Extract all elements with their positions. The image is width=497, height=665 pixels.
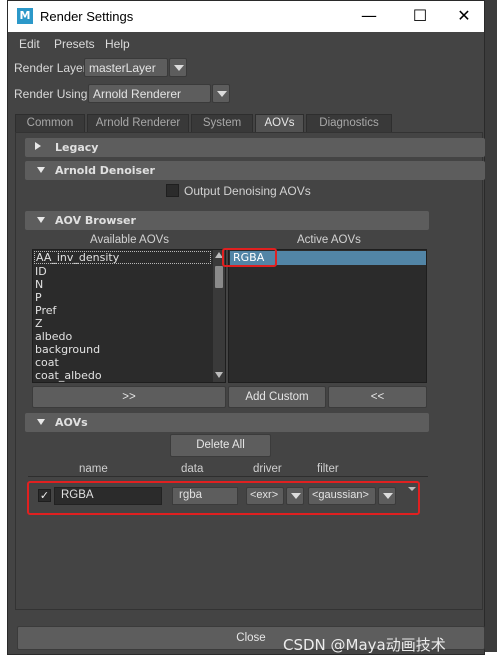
render-layer-label: Render Layer bbox=[14, 61, 87, 75]
column-driver-header: driver bbox=[253, 463, 282, 475]
collapse-icon bbox=[37, 167, 45, 173]
render-using-dropdown-arrow[interactable] bbox=[212, 84, 230, 103]
column-data-header: data bbox=[181, 463, 204, 475]
remove-aov-button[interactable]: << bbox=[328, 386, 427, 408]
title-bar: M Render Settings — ☐ ✕ bbox=[8, 1, 484, 32]
legacy-section-label: Legacy bbox=[55, 141, 99, 154]
tab-bar: Common Arnold Renderer System AOVs Diagn… bbox=[15, 114, 483, 132]
list-item[interactable]: coat_albedo bbox=[35, 369, 102, 382]
render-layer-dropdown[interactable]: masterLayer bbox=[84, 58, 168, 77]
column-filter-header: filter bbox=[317, 463, 339, 475]
output-denoising-aovs-label: Output Denoising AOVs bbox=[184, 184, 311, 198]
scroll-down-icon[interactable] bbox=[215, 372, 223, 378]
list-item[interactable]: ID bbox=[35, 265, 47, 278]
aov-row-highlight-annotation bbox=[27, 481, 420, 515]
add-aov-button[interactable]: >> bbox=[32, 386, 226, 408]
render-layer-dropdown-arrow[interactable] bbox=[169, 58, 187, 77]
available-aovs-title: Available AOVs bbox=[90, 234, 170, 246]
legacy-section-header[interactable]: Legacy bbox=[25, 138, 485, 157]
available-aovs-scrollbar[interactable] bbox=[213, 250, 225, 382]
list-item[interactable]: Z bbox=[35, 317, 43, 330]
expand-icon bbox=[35, 142, 41, 150]
tab-system[interactable]: System bbox=[191, 114, 253, 132]
output-denoising-aovs-checkbox[interactable] bbox=[166, 184, 179, 197]
render-using-dropdown[interactable]: Arnold Renderer bbox=[88, 84, 211, 103]
minimize-button[interactable]: — bbox=[346, 1, 392, 32]
active-aovs-title: Active AOVs bbox=[297, 234, 361, 246]
list-item[interactable]: background bbox=[35, 343, 100, 356]
aovs-tab-content: Legacy Arnold Denoiser Output Denoising … bbox=[15, 132, 485, 610]
denoiser-section-label: Arnold Denoiser bbox=[55, 164, 155, 177]
aovs-section-label: AOVs bbox=[55, 416, 88, 429]
collapse-icon bbox=[37, 419, 45, 425]
column-name-header: name bbox=[79, 463, 108, 475]
maximize-button[interactable]: ☐ bbox=[397, 1, 443, 32]
add-custom-button[interactable]: Add Custom bbox=[228, 386, 326, 408]
list-item[interactable]: N bbox=[35, 278, 43, 291]
collapse-icon bbox=[37, 217, 45, 223]
menu-help[interactable]: Help bbox=[105, 37, 130, 51]
tab-arnold-renderer[interactable]: Arnold Renderer bbox=[87, 114, 189, 132]
aov-browser-section-header[interactable]: AOV Browser bbox=[25, 211, 429, 230]
render-settings-window: M Render Settings — ☐ ✕ Edit Presets Hel… bbox=[7, 0, 485, 655]
aov-browser-section-label: AOV Browser bbox=[55, 214, 136, 227]
available-aovs-list[interactable]: AA_inv_density ID N P Pref Z albedo back… bbox=[32, 249, 226, 383]
list-item[interactable]: AA_inv_density bbox=[34, 251, 211, 264]
delete-all-button[interactable]: Delete All bbox=[170, 434, 271, 457]
close-window-button[interactable]: ✕ bbox=[441, 1, 487, 32]
tab-common[interactable]: Common bbox=[15, 114, 85, 132]
menu-edit[interactable]: Edit bbox=[19, 37, 40, 51]
tab-diagnostics[interactable]: Diagnostics bbox=[306, 114, 392, 132]
watermark-text: CSDN @Maya动画技术 bbox=[283, 636, 446, 654]
render-using-label: Render Using bbox=[14, 87, 88, 101]
list-item[interactable]: P bbox=[35, 291, 42, 304]
rgba-highlight-annotation bbox=[222, 248, 277, 267]
aovs-section-header[interactable]: AOVs bbox=[25, 413, 429, 432]
active-aovs-list[interactable]: RGBA bbox=[228, 249, 427, 383]
tab-aovs[interactable]: AOVs bbox=[255, 114, 304, 132]
scroll-thumb[interactable] bbox=[215, 266, 223, 288]
maya-app-icon: M bbox=[17, 8, 33, 24]
menu-bar: Edit Presets Help bbox=[8, 32, 484, 54]
list-item[interactable]: Pref bbox=[35, 304, 56, 317]
window-title: Render Settings bbox=[40, 9, 134, 24]
list-item[interactable]: albedo bbox=[35, 330, 72, 343]
denoiser-section-header[interactable]: Arnold Denoiser bbox=[25, 161, 485, 180]
desktop-background-right bbox=[484, 0, 497, 665]
table-divider bbox=[28, 476, 428, 477]
list-item[interactable]: coat bbox=[35, 356, 59, 369]
menu-presets[interactable]: Presets bbox=[54, 37, 95, 51]
